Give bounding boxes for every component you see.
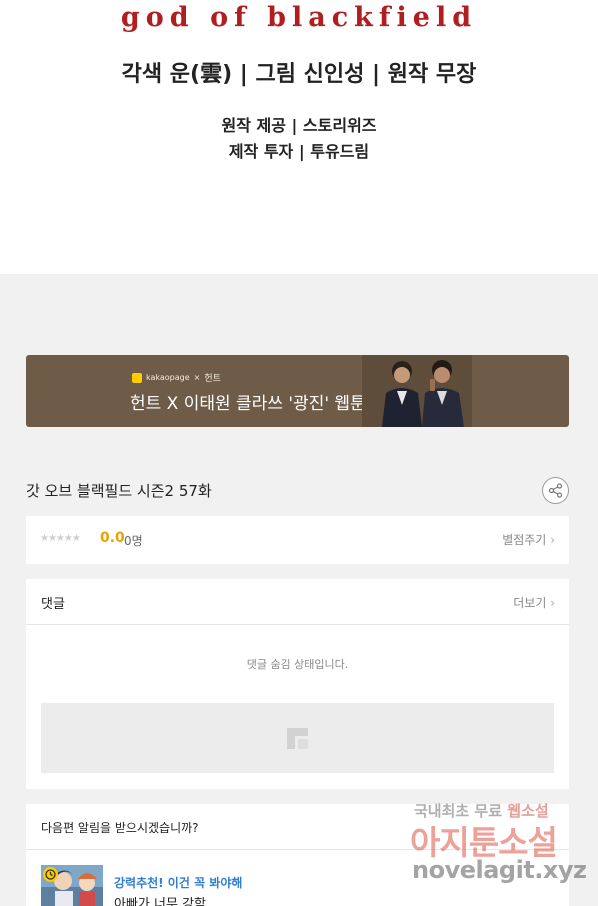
ad-banner[interactable]: kakaopage × 헌트 헌트 X 이태원 클라쓰 '광진' 웹툰: [26, 355, 569, 427]
comment-header: 댓글 더보기 ›: [26, 579, 569, 625]
rating-card: ★★★★★ 0.0 0명 별점주기 ›: [26, 516, 569, 564]
rate-button-label: 별점주기: [502, 533, 547, 547]
comment-placeholder-box: [41, 703, 554, 773]
share-icon: [548, 483, 563, 498]
rating-stars: ★★★★★: [40, 533, 81, 544]
banner-headline: 헌트 X 이태원 클라쓰 '광진' 웹툰: [130, 394, 366, 414]
notification-question: 다음편 알림을 받으시겠습니까?: [41, 821, 199, 835]
banner-brand-cross: ×: [193, 373, 201, 382]
banner-brand-partner: 헌트: [204, 374, 221, 384]
banner-characters-image: [362, 355, 472, 427]
placeholder-logo-icon: [287, 728, 308, 749]
recommendation-title[interactable]: 아빠가 너무 강함: [114, 893, 206, 906]
recommendation-label: 강력추천! 이건 꼭 봐야해: [114, 876, 243, 890]
comment-more-button[interactable]: 더보기 ›: [513, 594, 555, 611]
episode-credits-section: god of blackfield 각색 운(雲) | 그림 신인성 | 원작 …: [0, 0, 598, 274]
comment-title: 댓글: [41, 597, 65, 612]
credits-production: 제작 투자 | 투유드림: [228, 142, 370, 161]
credits-provider: 원작 제공 | 스토리위즈: [221, 116, 377, 135]
share-button[interactable]: [542, 477, 569, 504]
comments-hidden-message: 댓글 숨김 상태입니다.: [246, 658, 349, 671]
chevron-right-icon: ›: [550, 596, 555, 610]
banner-brand: kakaopage × 헌트: [132, 371, 221, 384]
site-watermark: 국내최초 무료 웹소설 아지툰소설 novelagit.xyz: [410, 800, 598, 906]
kakaopage-logo-icon: [132, 372, 142, 383]
rate-button[interactable]: 별점주기 ›: [502, 531, 555, 548]
watermark-url: novelagit.xyz: [412, 856, 587, 884]
recommendation-thumbnail[interactable]: [41, 865, 103, 906]
rating-score: 0.0: [100, 530, 125, 546]
clock-icon: [43, 867, 58, 882]
series-logo-text: god of blackfield: [120, 2, 478, 33]
episode-title: 갓 오브 블랙필드 시즌2 57화: [26, 482, 212, 500]
comment-card: 댓글 더보기 › 댓글 숨김 상태입니다.: [26, 579, 569, 789]
rating-count: 0명: [124, 534, 143, 548]
more-label: 더보기: [513, 596, 547, 610]
credits-main: 각색 운(雲) | 그림 신인성 | 원작 무장: [121, 62, 477, 87]
chevron-right-icon: ›: [550, 533, 555, 547]
banner-brand-name: kakaopage: [146, 373, 190, 382]
